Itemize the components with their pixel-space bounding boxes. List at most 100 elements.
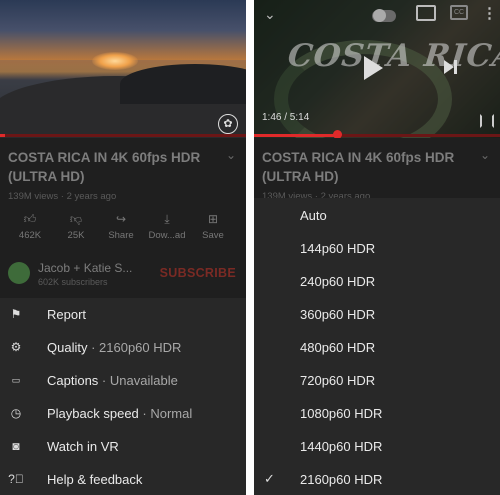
gear-icon: ⚙ bbox=[10, 340, 22, 354]
quality-option-label: 720p60 HDR bbox=[300, 373, 376, 388]
share-label: Share bbox=[108, 230, 134, 241]
video-progress-bar[interactable] bbox=[254, 134, 500, 137]
vr-icon: ◙ bbox=[12, 439, 20, 453]
fullscreen-icon[interactable] bbox=[480, 114, 494, 128]
like-count: 462K bbox=[18, 230, 42, 241]
video-info: COSTA RICA IN 4K 60fps HDR (ULTRA HD) ⌄ … bbox=[0, 138, 246, 298]
check-icon: ✓ bbox=[264, 471, 275, 486]
menu-item-label: Help & feedback bbox=[47, 472, 143, 487]
menu-item-quality[interactable]: ⚙ Quality · 2160p60 HDR bbox=[0, 331, 246, 364]
video-progress-bar[interactable] bbox=[0, 134, 246, 137]
menu-item-label: Quality bbox=[47, 340, 88, 355]
channel-name[interactable]: Jacob + Katie S... bbox=[38, 261, 132, 275]
minimize-chevron-icon[interactable]: ⌄ bbox=[264, 6, 276, 23]
quality-option-label: 1440p60 HDR bbox=[300, 439, 383, 454]
panel-divider bbox=[246, 0, 254, 495]
playback-speed-icon: ◷ bbox=[10, 406, 22, 420]
quality-option-144p60[interactable]: 144p60 HDR bbox=[254, 231, 500, 264]
chevron-down-icon[interactable]: ⌄ bbox=[226, 148, 236, 162]
quality-option-720p60[interactable]: 720p60 HDR bbox=[254, 363, 500, 396]
subscriber-count: 602K subscribers bbox=[38, 277, 108, 287]
save-icon: ⊞ bbox=[207, 212, 219, 226]
left-panel: ✿ COSTA RICA IN 4K 60fps HDR (ULTRA HD) … bbox=[0, 0, 246, 495]
quality-option-1440p60[interactable]: 1440p60 HDR bbox=[254, 429, 500, 462]
video-overlay-title: COSTA RICA bbox=[286, 38, 500, 74]
download-button[interactable]: ⤓ Dow...ad bbox=[145, 210, 189, 241]
more-options-icon[interactable]: ⋮ bbox=[482, 4, 497, 22]
channel-watermark-icon: ✿ bbox=[218, 114, 238, 134]
menu-item-value: Unavailable bbox=[109, 373, 178, 388]
quality-option-label: 144p60 HDR bbox=[300, 241, 376, 256]
help-icon: ?⃝ bbox=[8, 472, 24, 486]
menu-item-help[interactable]: ?⃝ Help & feedback bbox=[0, 463, 246, 495]
menu-item-label: Watch in VR bbox=[47, 439, 119, 454]
menu-item-label: Captions bbox=[47, 373, 99, 388]
cast-icon[interactable] bbox=[416, 5, 436, 21]
quality-option-label: 1080p60 HDR bbox=[300, 406, 383, 421]
quality-option-label: 360p60 HDR bbox=[300, 307, 376, 322]
video-frame-rock bbox=[120, 64, 246, 104]
scrubber-handle[interactable] bbox=[332, 130, 342, 138]
dislike-count: 25K bbox=[67, 230, 85, 241]
options-menu: ⚑ Report ⚙ Quality · 2160p60 HDR ▭ Capti… bbox=[0, 298, 246, 495]
time-readout: 1:46 / 5:14 bbox=[262, 112, 310, 123]
video-info: COSTA RICA IN 4K 60fps HDR (ULTRA HD) ⌄ … bbox=[254, 138, 500, 202]
quality-option-label: 2160p60 HDR bbox=[300, 472, 383, 487]
video-title[interactable]: COSTA RICA IN 4K 60fps HDR (ULTRA HD) bbox=[262, 148, 472, 186]
video-title[interactable]: COSTA RICA IN 4K 60fps HDR (ULTRA HD) bbox=[8, 148, 218, 186]
share-icon: ↪ bbox=[115, 212, 127, 226]
menu-item-label: Playback speed bbox=[47, 406, 139, 421]
action-bar: 👍︎ 462K 👎︎ 25K ↪ Share ⤓ Dow...ad ⊞ Save bbox=[0, 210, 246, 250]
menu-item-value: Normal bbox=[150, 406, 193, 421]
captions-icon[interactable]: CC bbox=[450, 5, 468, 20]
channel-row[interactable]: Jacob + Katie S... 602K subscribers SUBS… bbox=[0, 256, 246, 296]
quality-option-label: 240p60 HDR bbox=[300, 274, 376, 289]
download-label: Dow...ad bbox=[148, 230, 186, 241]
quality-option-label: Auto bbox=[300, 208, 327, 223]
captions-icon: ▭ bbox=[11, 375, 21, 385]
quality-option-label: 480p60 HDR bbox=[300, 340, 376, 355]
video-player[interactable]: COSTA RICA ⌄ CC ⋮ 1:46 / 5:14 bbox=[254, 0, 500, 138]
quality-option-360p60[interactable]: 360p60 HDR bbox=[254, 297, 500, 330]
share-button[interactable]: ↪ Share bbox=[99, 210, 143, 241]
dislike-button[interactable]: 👎︎ 25K bbox=[54, 210, 98, 241]
quality-option-480p60[interactable]: 480p60 HDR bbox=[254, 330, 500, 363]
video-progress-fill bbox=[254, 134, 338, 137]
download-icon: ⤓ bbox=[164, 212, 170, 226]
menu-separator: · bbox=[138, 406, 151, 421]
menu-item-captions[interactable]: ▭ Captions · Unavailable bbox=[0, 364, 246, 397]
menu-item-playback-speed[interactable]: ◷ Playback speed · Normal bbox=[0, 397, 246, 430]
menu-item-text: Playback speed · Normal bbox=[47, 406, 192, 421]
play-icon[interactable] bbox=[364, 56, 383, 80]
next-icon-bar bbox=[454, 60, 457, 74]
menu-item-text: Captions · Unavailable bbox=[47, 373, 178, 388]
quality-menu: Auto 144p60 HDR 240p60 HDR 360p60 HDR 48… bbox=[254, 198, 500, 495]
quality-option-2160p60[interactable]: ✓ 2160p60 HDR bbox=[254, 462, 500, 495]
menu-separator: · bbox=[87, 340, 100, 355]
video-frame-sun bbox=[92, 52, 138, 70]
menu-item-watch-in-vr[interactable]: ◙ Watch in VR bbox=[0, 430, 246, 463]
flag-icon: ⚑ bbox=[10, 307, 22, 321]
quality-option-240p60[interactable]: 240p60 HDR bbox=[254, 264, 500, 297]
menu-separator: · bbox=[98, 373, 110, 388]
chevron-down-icon[interactable]: ⌄ bbox=[480, 148, 490, 162]
like-button[interactable]: 👍︎ 462K bbox=[8, 210, 52, 241]
menu-item-label: Report bbox=[47, 307, 87, 322]
autoplay-toggle[interactable] bbox=[372, 9, 396, 22]
thumbs-down-icon: 👎︎ bbox=[69, 212, 83, 226]
menu-item-text: Quality · 2160p60 HDR bbox=[47, 340, 181, 355]
video-player[interactable]: ✿ bbox=[0, 0, 246, 138]
avatar[interactable] bbox=[8, 262, 30, 284]
thumbs-up-icon: 👍︎ bbox=[23, 212, 37, 226]
video-meta: 139M views · 2 years ago bbox=[8, 191, 117, 202]
right-panel: COSTA RICA ⌄ CC ⋮ 1:46 / 5:14 COSTA RICA… bbox=[254, 0, 500, 495]
next-icon-triangle bbox=[444, 60, 454, 74]
save-button[interactable]: ⊞ Save bbox=[191, 210, 235, 241]
save-label: Save bbox=[202, 230, 224, 241]
subscribe-button[interactable]: SUBSCRIBE bbox=[160, 266, 236, 280]
quality-option-auto[interactable]: Auto bbox=[254, 198, 500, 231]
menu-item-value: 2160p60 HDR bbox=[99, 340, 182, 355]
menu-item-report[interactable]: ⚑ Report bbox=[0, 298, 246, 331]
video-progress-fill bbox=[0, 134, 5, 137]
quality-option-1080p60[interactable]: 1080p60 HDR bbox=[254, 396, 500, 429]
